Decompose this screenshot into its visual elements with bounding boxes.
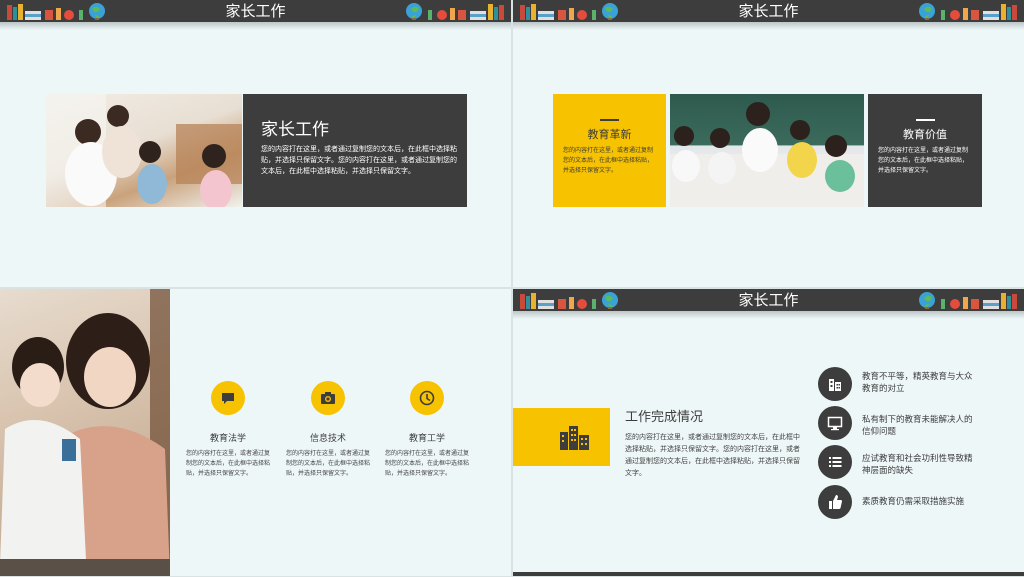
card-title: 教育革新 (587, 128, 632, 141)
building-icon (818, 367, 852, 401)
thumbs-up-icon (818, 485, 852, 519)
chat-icon (211, 381, 245, 415)
item-text: 您的内容打在这里，或者通过复制您的文本后，在此框中选择粘贴，并选择只保留文字。 (385, 450, 470, 477)
item-text: 您的内容打在这里，或者通过复制您的文本后，在此框中选择粘贴，并选择只保留文字。 (186, 450, 271, 477)
main-title: 工作完成情况 (625, 410, 704, 425)
header-bar: 家长工作 (513, 0, 1024, 30)
education-reform-card: 教育革新 您的内容打在这里，或者通过复制您的文本后，在此框中选择粘贴，并选择只保… (553, 94, 666, 207)
slide-4[interactable]: 家长工作 工作完成情况 您的内容打在这里，或者通过复制您的文本后，在此框中选择粘… (513, 289, 1024, 576)
item-title: 教育工学 (408, 434, 445, 444)
list-item-text: 应试教育和社会功利性导致精神层面的缺失 (862, 454, 973, 476)
card-text: 您的内容打在这里，或者通过复制您的文本后，在此框中选择粘贴，并选择只保留文字。 (563, 147, 654, 174)
header-bar: 家长工作 (0, 0, 511, 30)
intro-card: 家长工作 您的内容打在这里，或者通过复制您的文本后，在此框中选择粘贴，并选择只保… (243, 94, 467, 207)
city-icon (560, 426, 589, 450)
education-value-card: 教育价值 您的内容打在这里，或者通过复制您的文本后，在此框中选择粘贴，并选择只保… (868, 94, 982, 207)
main-text: 您的内容打在这里，或者通过复制您的文本后，在此框中选择粘贴，并选择只保留文字。您… (625, 433, 800, 477)
slide-1[interactable]: 家长工作 家长工作 您的内容打在这里，或者通过复制您的文本后，在此框中选择粘贴，… (0, 0, 511, 287)
globe-decoration-icon (919, 3, 1017, 20)
family-photo (46, 94, 242, 207)
card-title: 家长工作 (261, 120, 329, 140)
item-title: 信息技术 (309, 434, 346, 444)
list-item-text: 素质教育仍需采取措施实施 (862, 497, 965, 507)
slide-2[interactable]: 家长工作 教育革新 您的内容打在这里，或者通过复制您的文本后，在此框中选择粘贴，… (513, 0, 1024, 287)
list-item-text: 私有制下的教育未能解决人的信仰问题 (862, 415, 973, 437)
divider (916, 119, 935, 121)
slide-3[interactable]: 教育法学 您的内容打在这里，或者通过复制您的文本后，在此框中选择粘贴，并选择只保… (0, 289, 511, 576)
clock-icon (410, 381, 444, 415)
globe-decoration-icon (919, 292, 1017, 309)
globe-decoration-icon (406, 3, 504, 20)
classroom-photo (670, 94, 864, 207)
camera-icon (311, 381, 345, 415)
list-item-text: 教育不平等，精英教育与大众教育的对立 (862, 372, 973, 394)
mother-child-photo (0, 289, 170, 576)
card-title: 教育价值 (903, 128, 947, 141)
monitor-icon (818, 406, 852, 440)
city-banner (513, 408, 610, 466)
divider (600, 119, 619, 121)
card-text: 您的内容打在这里，或者通过复制您的文本后，在此框中选择粘贴，并选择只保留文字。您… (261, 145, 457, 175)
list-icon (818, 445, 852, 479)
card-text: 您的内容打在这里，或者通过复制您的文本后，在此框中选择粘贴，并选择只保留文字。 (878, 147, 969, 174)
item-text: 您的内容打在这里，或者通过复制您的文本后，在此框中选择粘贴，并选择只保留文字。 (286, 450, 371, 477)
item-title: 教育法学 (209, 434, 246, 444)
footer-bar (513, 572, 1024, 576)
header-bar: 家长工作 (513, 289, 1024, 319)
